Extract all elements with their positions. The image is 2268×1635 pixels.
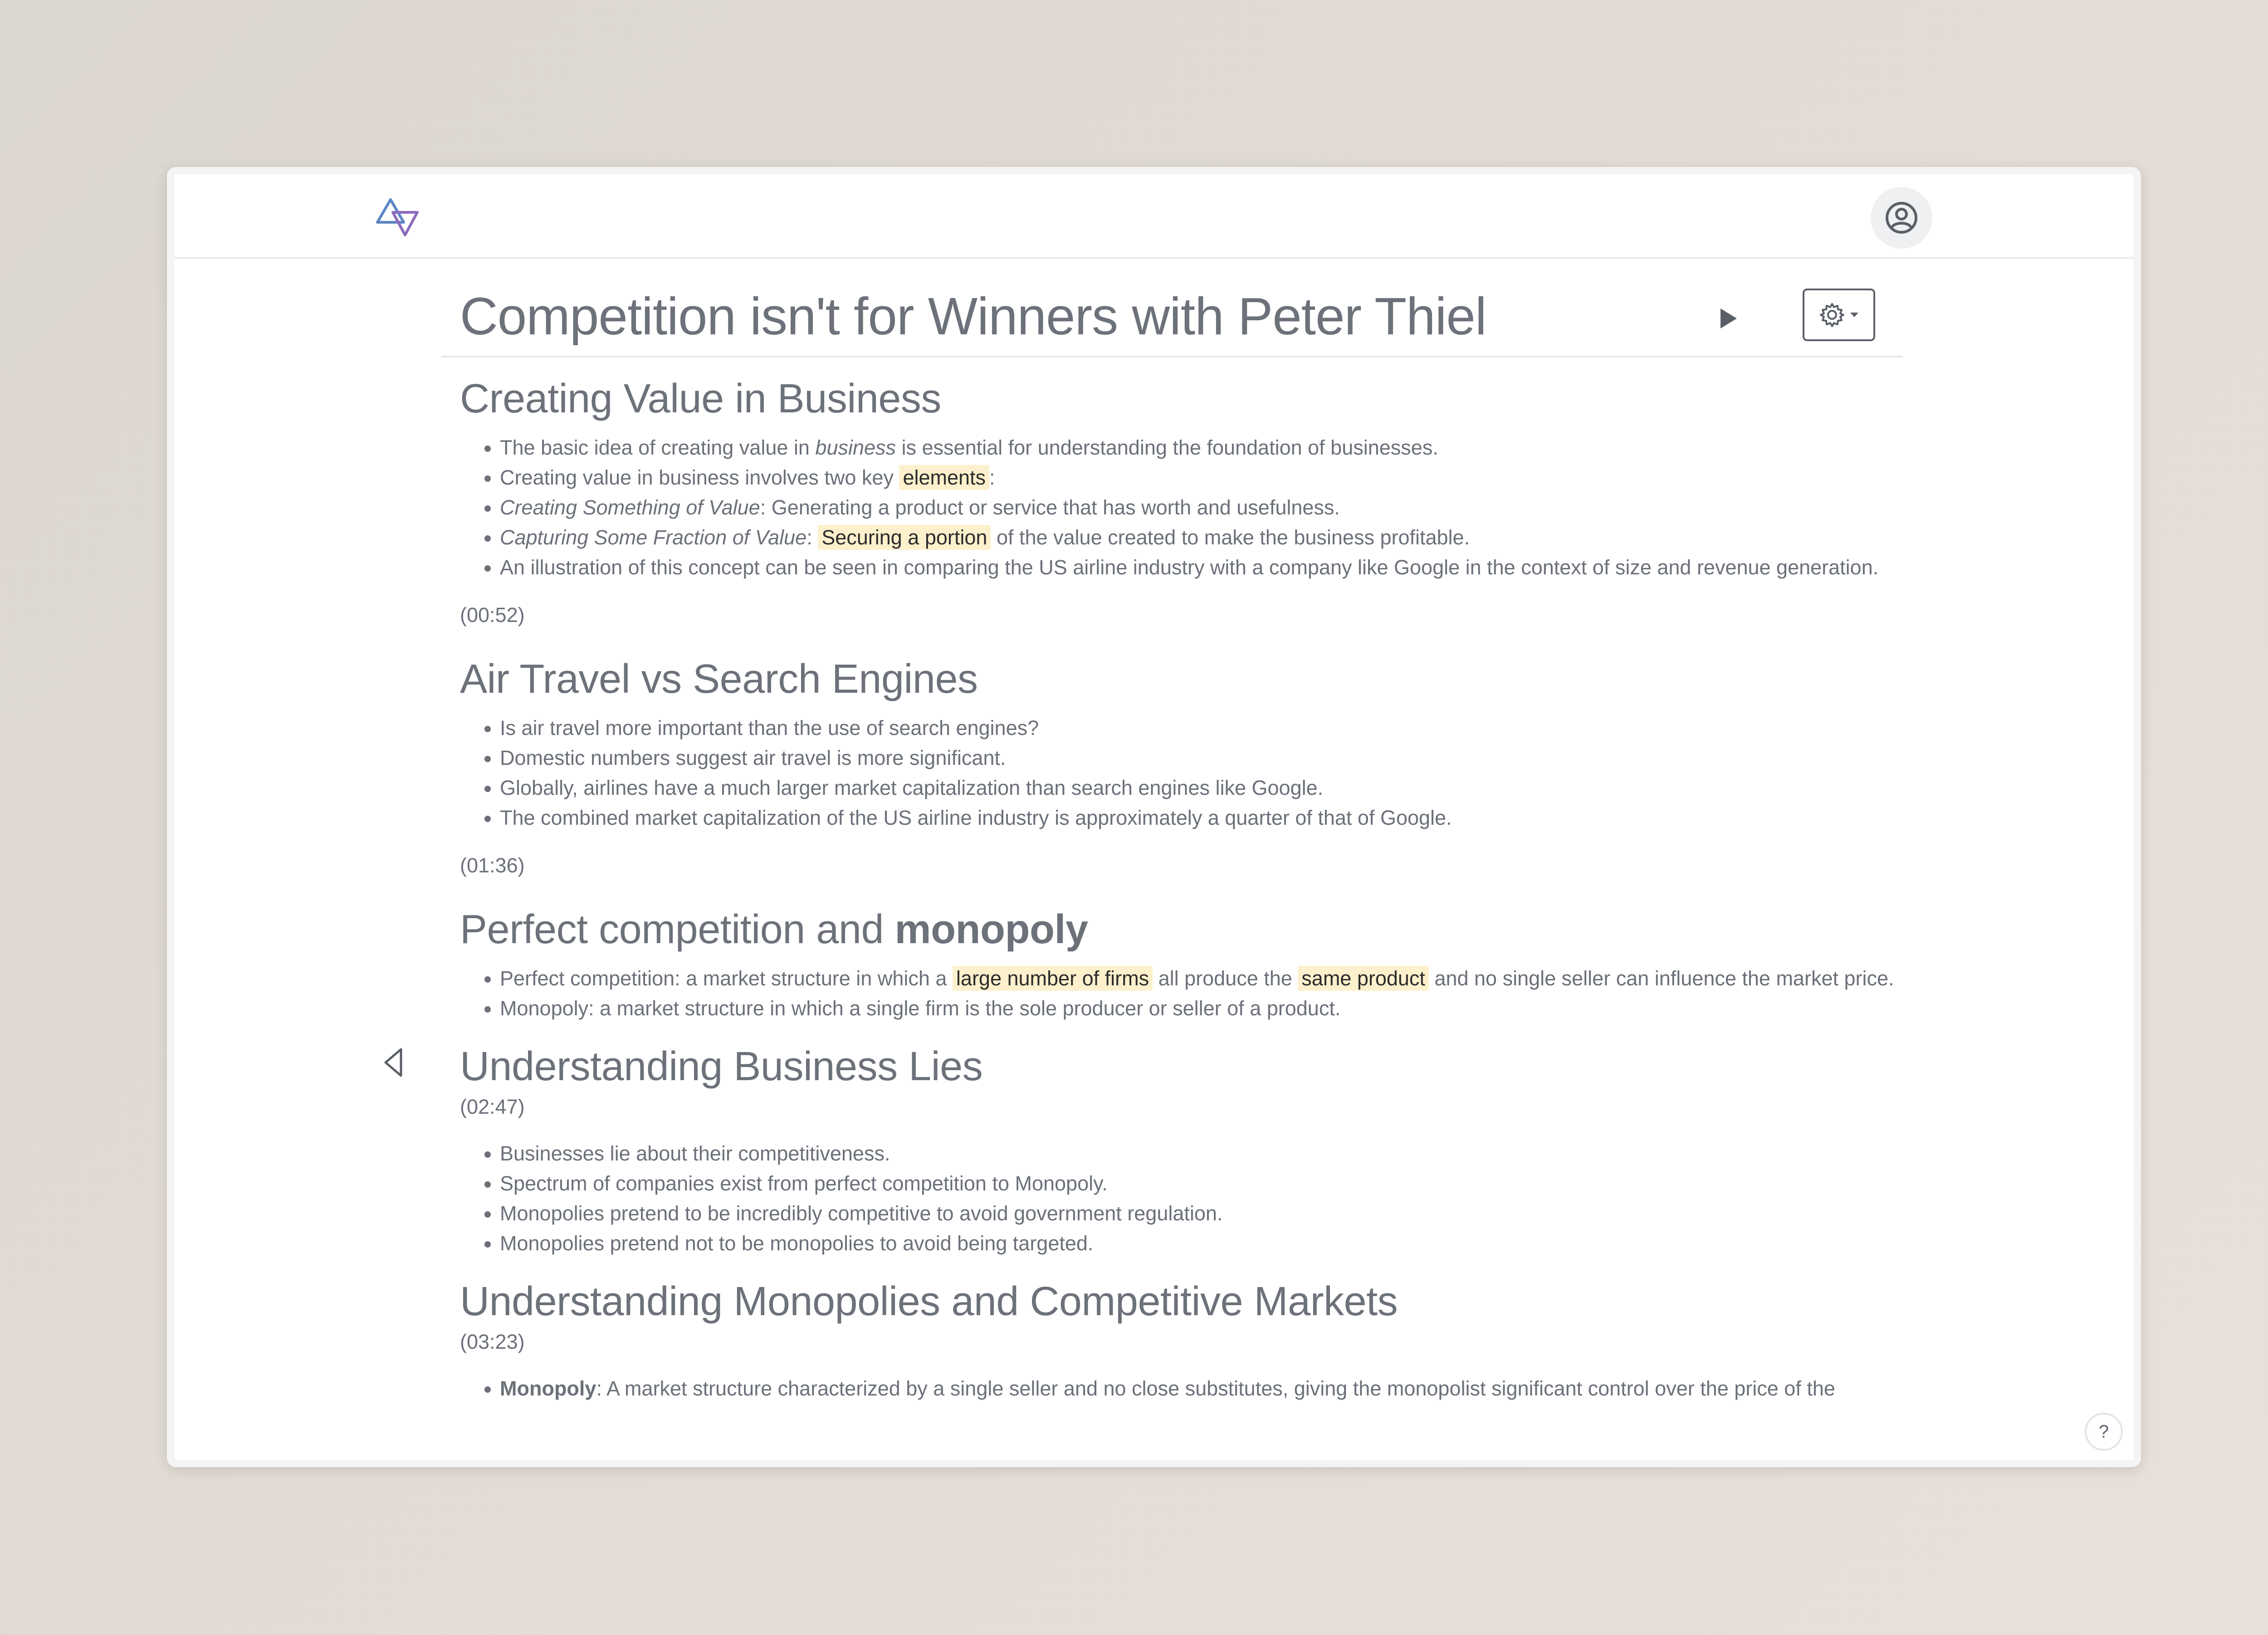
section-heading: Understanding Monopolies and Competitive…: [460, 1279, 1398, 1324]
play-icon[interactable]: [1714, 305, 1741, 332]
top-navbar: [174, 174, 2134, 259]
bold-text: Monopoly: [500, 1377, 596, 1400]
bullet-list: Perfect competition: a market structure …: [460, 964, 1957, 1023]
text: :: [989, 466, 995, 489]
text: Creating value in business involves two …: [500, 466, 899, 489]
text: : Generating a product or service that h…: [760, 496, 1340, 519]
section-business-lies: Understanding Business Lies (02:47) Busi…: [460, 1042, 1957, 1258]
bullet-list: The basic idea of creating value in busi…: [460, 433, 1957, 583]
document-frame: Competition isn't for Winners with Peter…: [174, 174, 2134, 1460]
help-button[interactable]: ?: [2085, 1413, 2123, 1451]
list-item: Perfect competition: a market structure …: [500, 964, 1939, 994]
app-window: Competition isn't for Winners with Peter…: [167, 167, 2141, 1467]
bullet-list: Monopoly: A market structure characteriz…: [460, 1374, 1957, 1404]
triangles-logo-icon[interactable]: [375, 197, 420, 238]
emphasis-text: Capturing Some Fraction of Value: [500, 526, 807, 549]
list-item: The combined market capitalization of th…: [500, 803, 1957, 833]
account-button[interactable]: [1871, 187, 1932, 249]
section-heading: Perfect competition and monopoly: [460, 905, 1957, 955]
highlighted-text[interactable]: same product: [1298, 966, 1429, 991]
text: of the value created to make the busines…: [991, 526, 1470, 549]
chevron-left-icon[interactable]: [382, 1047, 405, 1078]
list-item: Monopolies pretend to be incredibly comp…: [500, 1199, 1957, 1229]
text: is essential for understanding the found…: [896, 436, 1438, 459]
emphasis-text: Creating Something of Value: [500, 496, 760, 519]
timestamp[interactable]: (02:47): [460, 1093, 1957, 1121]
highlighted-text[interactable]: large number of firms: [952, 966, 1153, 991]
page-title: Competition isn't for Winners with Peter…: [460, 287, 1487, 346]
list-item: Creating Something of Value: Generating …: [500, 493, 1957, 523]
highlighted-text[interactable]: elements: [899, 465, 990, 490]
text: : A market structure characterized by a …: [596, 1377, 1835, 1400]
highlighted-text[interactable]: Securing a portion: [818, 525, 991, 550]
timestamp[interactable]: (03:23): [460, 1328, 1957, 1356]
document-content: Creating Value in Business The basic ide…: [460, 374, 1957, 1404]
list-item: Spectrum of companies exist from perfect…: [500, 1169, 1957, 1199]
heading-text: Perfect competition and: [460, 907, 895, 952]
heading-bold-text: monopoly: [894, 907, 1088, 952]
document-header: Competition isn't for Winners with Peter…: [442, 283, 1902, 357]
text: :: [807, 526, 818, 549]
list-item: Businesses lie about their competitivene…: [500, 1139, 1957, 1169]
section-perfect-competition: Perfect competition and monopoly Perfect…: [460, 905, 1957, 1023]
section-heading: Creating Value in Business: [460, 376, 941, 421]
gear-icon: [1820, 303, 1844, 327]
list-item: The basic idea of creating value in busi…: [500, 433, 1957, 463]
emphasis-text: business: [815, 436, 896, 459]
list-item: Globally, airlines have a much larger ma…: [500, 773, 1957, 803]
list-item: Capturing Some Fraction of Value: Securi…: [500, 523, 1957, 553]
section-air-travel: Air Travel vs Search Engines Is air trav…: [460, 654, 1957, 879]
text: all produce the: [1153, 967, 1298, 990]
section-heading: Air Travel vs Search Engines: [460, 656, 978, 702]
list-item: Monopoly: A market structure characteriz…: [500, 1374, 1939, 1404]
list-item: Creating value in business involves two …: [500, 463, 1957, 493]
list-item: An illustration of this concept can be s…: [500, 553, 1957, 583]
text: The basic idea of creating value in: [500, 436, 816, 459]
list-item: Is air travel more important than the us…: [500, 713, 1957, 743]
user-circle-icon: [1886, 202, 1917, 234]
text: and no single seller can influence the m…: [1428, 967, 1894, 990]
text: Perfect competition: a market structure …: [500, 967, 953, 990]
bullet-list: Is air travel more important than the us…: [460, 713, 1957, 833]
list-item: Domestic numbers suggest air travel is m…: [500, 743, 1957, 773]
bullet-list: Businesses lie about their competitivene…: [460, 1139, 1957, 1258]
settings-dropdown-button[interactable]: [1803, 289, 1875, 341]
caret-down-icon: [1850, 313, 1858, 317]
section-monopolies-markets: Understanding Monopolies and Competitive…: [460, 1277, 1957, 1404]
timestamp[interactable]: (00:52): [460, 602, 1957, 629]
list-item: Monopoly: a market structure in which a …: [500, 994, 1939, 1023]
section-heading: Understanding Business Lies: [460, 1044, 983, 1089]
section-creating-value: Creating Value in Business The basic ide…: [460, 374, 1957, 629]
timestamp[interactable]: (01:36): [460, 852, 1957, 879]
list-item: Monopolies pretend not to be monopolies …: [500, 1229, 1957, 1258]
